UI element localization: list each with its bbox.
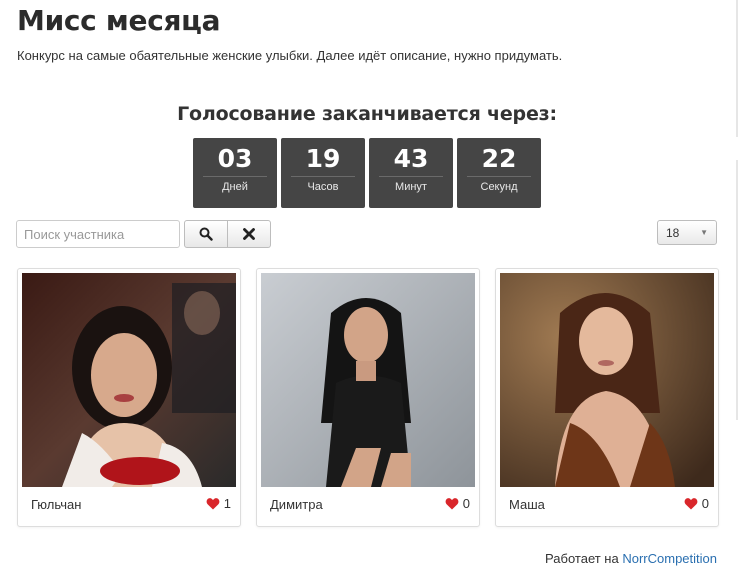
footer-link[interactable]: NorrCompetition: [622, 551, 717, 566]
like-button[interactable]: 0: [445, 496, 470, 511]
footer-text: Работает на: [545, 551, 619, 566]
participant-name[interactable]: Маша: [509, 497, 545, 512]
countdown-label: Секунд: [480, 181, 518, 193]
chevron-down-icon: ▼: [700, 228, 708, 237]
countdown-value: 19: [305, 144, 341, 173]
clear-search-button[interactable]: [228, 220, 271, 248]
like-button[interactable]: 0: [684, 496, 709, 511]
search-button-group: [184, 220, 271, 248]
countdown-value: 03: [217, 144, 253, 173]
page-size-select[interactable]: 18 ▼: [657, 220, 717, 245]
heart-icon: [445, 498, 459, 510]
like-count: 1: [223, 496, 231, 511]
participant-photo[interactable]: [500, 273, 714, 487]
like-count: 0: [701, 496, 709, 511]
divider: [467, 176, 531, 177]
search-input[interactable]: [16, 220, 180, 248]
countdown-seconds: 22 Секунд: [457, 138, 541, 208]
countdown-timer: 03 Дней 19 Часов 43 Минут 22 Секунд: [193, 138, 541, 208]
page-description: Конкурс на самые обаятельные женские улы…: [17, 48, 563, 63]
divider: [379, 176, 443, 177]
heart-icon: [684, 498, 698, 510]
participant-card[interactable]: Гюльчан 1: [17, 268, 241, 527]
like-count: 0: [462, 496, 470, 511]
countdown-heading: Голосование заканчивается через:: [177, 103, 557, 125]
search-button[interactable]: [184, 220, 228, 248]
participant-card[interactable]: Маша 0: [495, 268, 719, 527]
close-icon: [243, 228, 255, 240]
footer: Работает на NorrCompetition: [545, 551, 717, 566]
page-title: Мисс месяца: [17, 4, 221, 37]
participants-grid: Гюльчан 1 Димитра 0 Маша 0: [17, 268, 719, 527]
participant-photo[interactable]: [261, 273, 475, 487]
countdown-days: 03 Дней: [193, 138, 277, 208]
page-size-value: 18: [666, 225, 680, 240]
heart-icon: [206, 498, 220, 510]
countdown-minutes: 43 Минут: [369, 138, 453, 208]
countdown-label: Минут: [395, 181, 427, 193]
countdown-hours: 19 Часов: [281, 138, 365, 208]
countdown-label: Часов: [307, 181, 339, 193]
participant-card[interactable]: Димитра 0: [256, 268, 480, 527]
participant-name[interactable]: Димитра: [270, 497, 323, 512]
countdown-value: 43: [393, 144, 429, 173]
countdown-label: Дней: [222, 181, 248, 193]
divider: [291, 176, 355, 177]
like-button[interactable]: 1: [206, 496, 231, 511]
search-icon: [199, 227, 213, 241]
participant-photo[interactable]: [22, 273, 236, 487]
participant-name[interactable]: Гюльчан: [31, 497, 81, 512]
divider: [203, 176, 267, 177]
countdown-value: 22: [481, 144, 517, 173]
